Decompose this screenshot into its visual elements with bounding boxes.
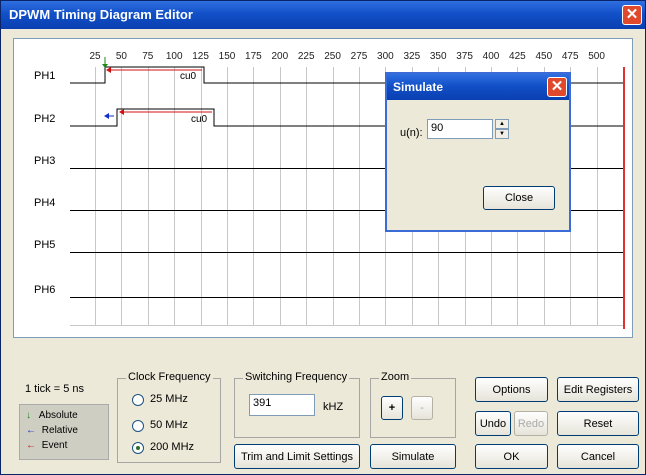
ph2-relative-arrowhead — [104, 113, 109, 119]
ok-button[interactable]: OK — [475, 444, 548, 469]
legend-event: Event — [41, 440, 68, 451]
legend-relative: Relative — [41, 425, 78, 436]
spinner-down-icon[interactable]: ▼ — [495, 129, 509, 139]
clock-50mhz-label[interactable]: 50 MHz — [150, 419, 188, 431]
redo-button[interactable]: Redo — [514, 411, 548, 436]
clock-200mhz-radio[interactable] — [132, 442, 144, 454]
simulate-close-button[interactable]: Close — [483, 186, 555, 210]
event-arrow-icon: ← — [26, 440, 36, 451]
reset-button[interactable]: Reset — [557, 411, 639, 436]
clock-frequency-group: Clock Frequency 25 MHz 50 MHz 200 MHz — [117, 371, 221, 463]
clock-50mhz-radio[interactable] — [132, 420, 144, 432]
ph1-event-arrowhead — [106, 67, 111, 73]
relative-arrow-icon: ← — [26, 425, 36, 436]
spinner-up-icon[interactable]: ▲ — [495, 119, 509, 129]
clock-25mhz-label[interactable]: 25 MHz — [150, 393, 188, 405]
undo-button[interactable]: Undo — [475, 411, 511, 436]
close-window-button[interactable]: ✕ — [622, 5, 642, 25]
zoom-label: Zoom — [379, 371, 412, 383]
simulate-button[interactable]: Simulate — [370, 444, 456, 469]
edit-registers-button[interactable]: Edit Registers — [557, 377, 639, 402]
absolute-arrow-icon: ↓ — [26, 410, 31, 421]
tick-info: 1 tick = 5 ns — [25, 383, 85, 395]
ph1-event-label: cu0 — [180, 71, 197, 82]
simulate-dialog-close-icon[interactable]: ✕ — [547, 77, 567, 97]
clock-frequency-label: Clock Frequency — [126, 371, 213, 383]
ph2-event-arrowhead — [119, 109, 124, 115]
un-spinner[interactable]: ▲ ▼ — [495, 119, 509, 139]
arrow-legend: ↓ Absolute ← Relative ← Event — [19, 404, 109, 460]
simulate-dialog-title-bar: Simulate ✕ — [387, 74, 569, 100]
cancel-button[interactable]: Cancel — [557, 444, 639, 469]
trim-limit-settings-button[interactable]: Trim and Limit Settings — [234, 444, 360, 469]
simulate-dialog-title: Simulate — [393, 80, 444, 94]
options-button[interactable]: Options — [475, 377, 548, 402]
switching-frequency-unit: kHZ — [323, 401, 344, 413]
window-title: DPWM Timing Diagram Editor — [9, 7, 193, 22]
zoom-in-button[interactable]: + — [381, 396, 403, 420]
zoom-out-button[interactable]: - — [411, 396, 433, 420]
switching-frequency-label: Switching Frequency — [243, 371, 350, 383]
legend-absolute: Absolute — [38, 410, 78, 421]
zoom-group: Zoom + - — [370, 371, 456, 438]
main-window: DPWM Timing Diagram Editor ✕ 25 50 75 100 12… — [0, 0, 646, 475]
clock-200mhz-label[interactable]: 200 MHz — [150, 441, 194, 453]
ph2-event-label: cu0 — [191, 114, 208, 125]
simulate-dialog: Simulate ✕ u(n): 90 ▲ ▼ Close — [385, 72, 571, 232]
clock-25mhz-radio[interactable] — [132, 394, 144, 406]
un-input[interactable]: 90 — [427, 119, 493, 139]
un-label: u(n): — [400, 127, 423, 139]
title-bar: DPWM Timing Diagram Editor ✕ — [1, 1, 645, 29]
switching-frequency-input[interactable]: 391 — [249, 394, 315, 416]
switching-frequency-group: Switching Frequency 391 kHZ — [234, 371, 360, 438]
